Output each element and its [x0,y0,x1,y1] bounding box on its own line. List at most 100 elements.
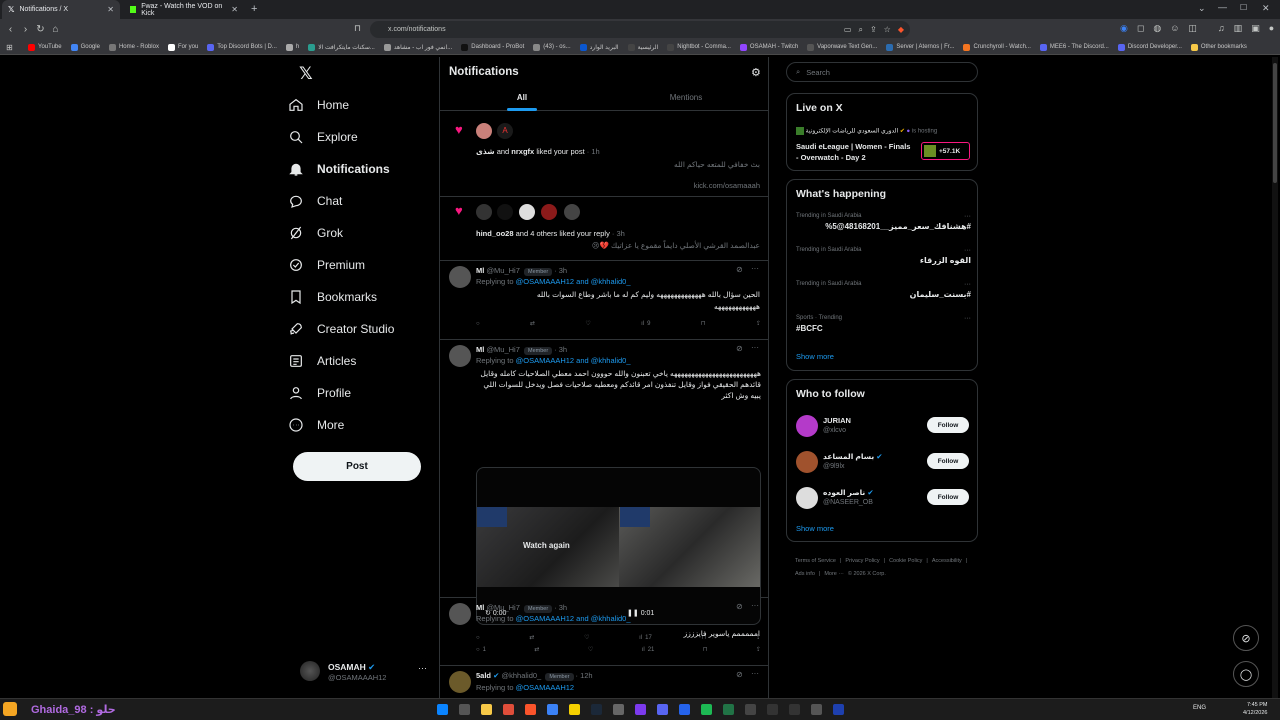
bookmark-page-icon[interactable]: ⊓ [354,23,361,34]
footer-link[interactable]: More ··· [824,568,844,581]
app-icon[interactable] [833,704,844,715]
install-icon[interactable]: ▭ [844,25,852,35]
grok-icon[interactable]: ⊘ [736,602,743,611]
scrollbar[interactable] [1272,57,1278,698]
repost-icon[interactable]: ⇄ [534,646,539,653]
settings-gear-icon[interactable]: ⚙ [751,66,761,79]
reply-icon[interactable]: ○ [476,320,480,327]
more-dots-icon[interactable]: ··· [751,601,759,610]
more-dots-icon[interactable]: ··· [751,343,759,352]
profile-icon[interactable]: ● [1269,23,1274,34]
zoom-icon[interactable]: ⌕ [858,25,862,35]
more-dots-icon[interactable]: ··· [964,315,971,322]
post-button[interactable]: Post [293,452,421,481]
bookmark-icon[interactable]: ⊓ [703,646,708,653]
footer-link[interactable]: Privacy Policy [845,555,879,568]
watch-again-button[interactable]: Watch again [523,541,570,550]
show-more-link[interactable]: Show more [796,524,834,533]
back-icon[interactable]: ‹ [3,24,18,35]
footer-link[interactable]: Accessibility [932,555,962,568]
nav-home[interactable]: Home [288,89,433,121]
extension-icon[interactable]: ◉ [1120,23,1128,34]
like-icon[interactable]: ♡ [585,320,590,327]
app-icon[interactable] [613,704,624,715]
views-button[interactable]: ıl 9 [641,320,650,327]
reply-mentions[interactable]: @OSAMAAAH12 and @khhalid0_ [516,277,631,286]
grok-float-button[interactable]: ⊘ [1233,625,1259,651]
bookmark-item[interactable]: Nightbot - Comma... [667,43,731,51]
bookmark-item[interactable]: انمي فور اب - مشاهد... [383,43,452,51]
follow-suggestion[interactable]: بسام المساعد ✔ @9l9lx Follow [787,449,977,477]
reply-mentions[interactable]: @OSAMAAAH12 and @khhalid0_ [516,356,631,365]
author-name[interactable]: 5ald [476,671,491,680]
extension-icon[interactable]: ☺ [1170,23,1179,34]
notification-like-post[interactable]: ♥ A شذى and nrxgfx liked your post · 1h … [440,118,768,197]
messages-float-button[interactable]: ◯ [1233,661,1259,687]
app-icon[interactable] [547,704,558,715]
browser-tab-kick[interactable]: Fwaz - Watch the VOD on Kick ✕ [124,0,244,19]
notification-like-reply[interactable]: ♥ hind_oo28 and 4 others liked your repl… [440,197,768,261]
tab-search-icon[interactable]: ⌄ [1198,3,1206,14]
author-name[interactable]: Ml [476,603,484,612]
bookmark-item[interactable]: Dashboard - ProBot [461,43,524,51]
nav-notifications[interactable]: Notifications [288,153,433,185]
follow-button[interactable]: Follow [927,453,969,469]
app-icon[interactable] [767,704,778,715]
reply-mentions[interactable]: @OSAMAAAH12 and @khhalid0_ [516,614,631,623]
more-dots-icon[interactable]: ··· [418,663,427,673]
app-icon[interactable] [789,704,800,715]
footer-link[interactable]: Cookie Policy [889,555,922,568]
tab-mentions[interactable]: Mentions [604,85,768,110]
grok-icon[interactable]: ⊘ [736,670,743,679]
bookmark-icon[interactable]: ⊓ [701,320,706,327]
show-more-link[interactable]: Show more [796,352,834,361]
address-bar[interactable]: x.com/notifications ▭ ⌕ ⇪ ☆ ◆ [370,21,910,38]
share-icon[interactable]: ⇪ [870,25,877,35]
views-button[interactable]: ıl 21 [642,646,655,653]
search-input[interactable]: ⌕ Search [786,62,978,82]
bookmark-item[interactable]: Server | Aternos | Fr... [886,43,954,51]
bookmark-item[interactable]: OSAMAH - Twitch [739,43,798,51]
more-dots-icon[interactable]: ··· [964,213,971,220]
start-icon[interactable] [437,704,448,715]
nav-grok[interactable]: Grok [288,217,433,249]
nav-more[interactable]: More [288,409,433,441]
author-name[interactable]: Ml [476,266,484,275]
wallet-icon[interactable]: ▣ [1251,23,1260,34]
new-tab-icon[interactable]: + [251,3,257,15]
nav-chat[interactable]: Chat [288,185,433,217]
liker-name[interactable]: شذى [476,147,495,156]
extension-icon[interactable]: ♫ [1218,23,1225,34]
trend-item[interactable]: Sports · Trending ··· #BCFC [796,315,971,333]
nav-creator-studio[interactable]: Creator Studio [288,313,433,345]
extension-icon[interactable]: ◍ [1153,23,1161,34]
bookmark-item[interactable]: YouTube [28,43,62,51]
more-dots-icon[interactable]: ··· [964,281,971,288]
reply-button[interactable]: ○ 1 [476,646,486,653]
window-close-icon[interactable]: ✕ [1262,3,1270,14]
author-name[interactable]: Ml [476,345,484,354]
bookmark-item[interactable]: Discord Developer... [1117,43,1182,51]
tab-all[interactable]: All [440,85,604,111]
trend-item[interactable]: Trending in Saudi Arabia ··· القوه الزرق… [796,247,971,265]
home-page-icon[interactable]: ⌂ [48,24,63,35]
bookmark-item[interactable]: Crunchyroll - Watch... [963,43,1031,51]
grok-icon[interactable]: ⊘ [736,344,743,353]
minimize-icon[interactable]: — [1218,2,1227,12]
nav-explore[interactable]: Explore [288,121,433,153]
app-icon[interactable] [811,704,822,715]
liker-name[interactable]: hind_oo28 [476,229,514,238]
follow-button[interactable]: Follow [927,489,969,505]
follow-suggestion[interactable]: JURIAN @xlcvo Follow [787,413,977,441]
sidebar-icon[interactable]: ▥ [1234,23,1243,34]
steam-icon[interactable] [591,704,602,715]
reply-post[interactable]: Ml @Mu_Hi7 Member · 3h ⊘ ··· Replying to … [440,598,768,666]
liker-name[interactable]: nrxgfx [511,147,534,156]
apps-icon[interactable]: ⊞ [6,43,13,52]
bookmark-item[interactable]: (43) - os... [533,43,571,51]
extension-icon[interactable]: ◻ [1137,23,1144,34]
live-event-title[interactable]: Saudi eLeague | Women - Finals - Overwat… [796,141,911,163]
app-icon[interactable] [503,704,514,715]
bookmark-item[interactable]: سكنات مايتكرافت الا... [308,43,375,51]
more-dots-icon[interactable]: ··· [751,669,759,678]
